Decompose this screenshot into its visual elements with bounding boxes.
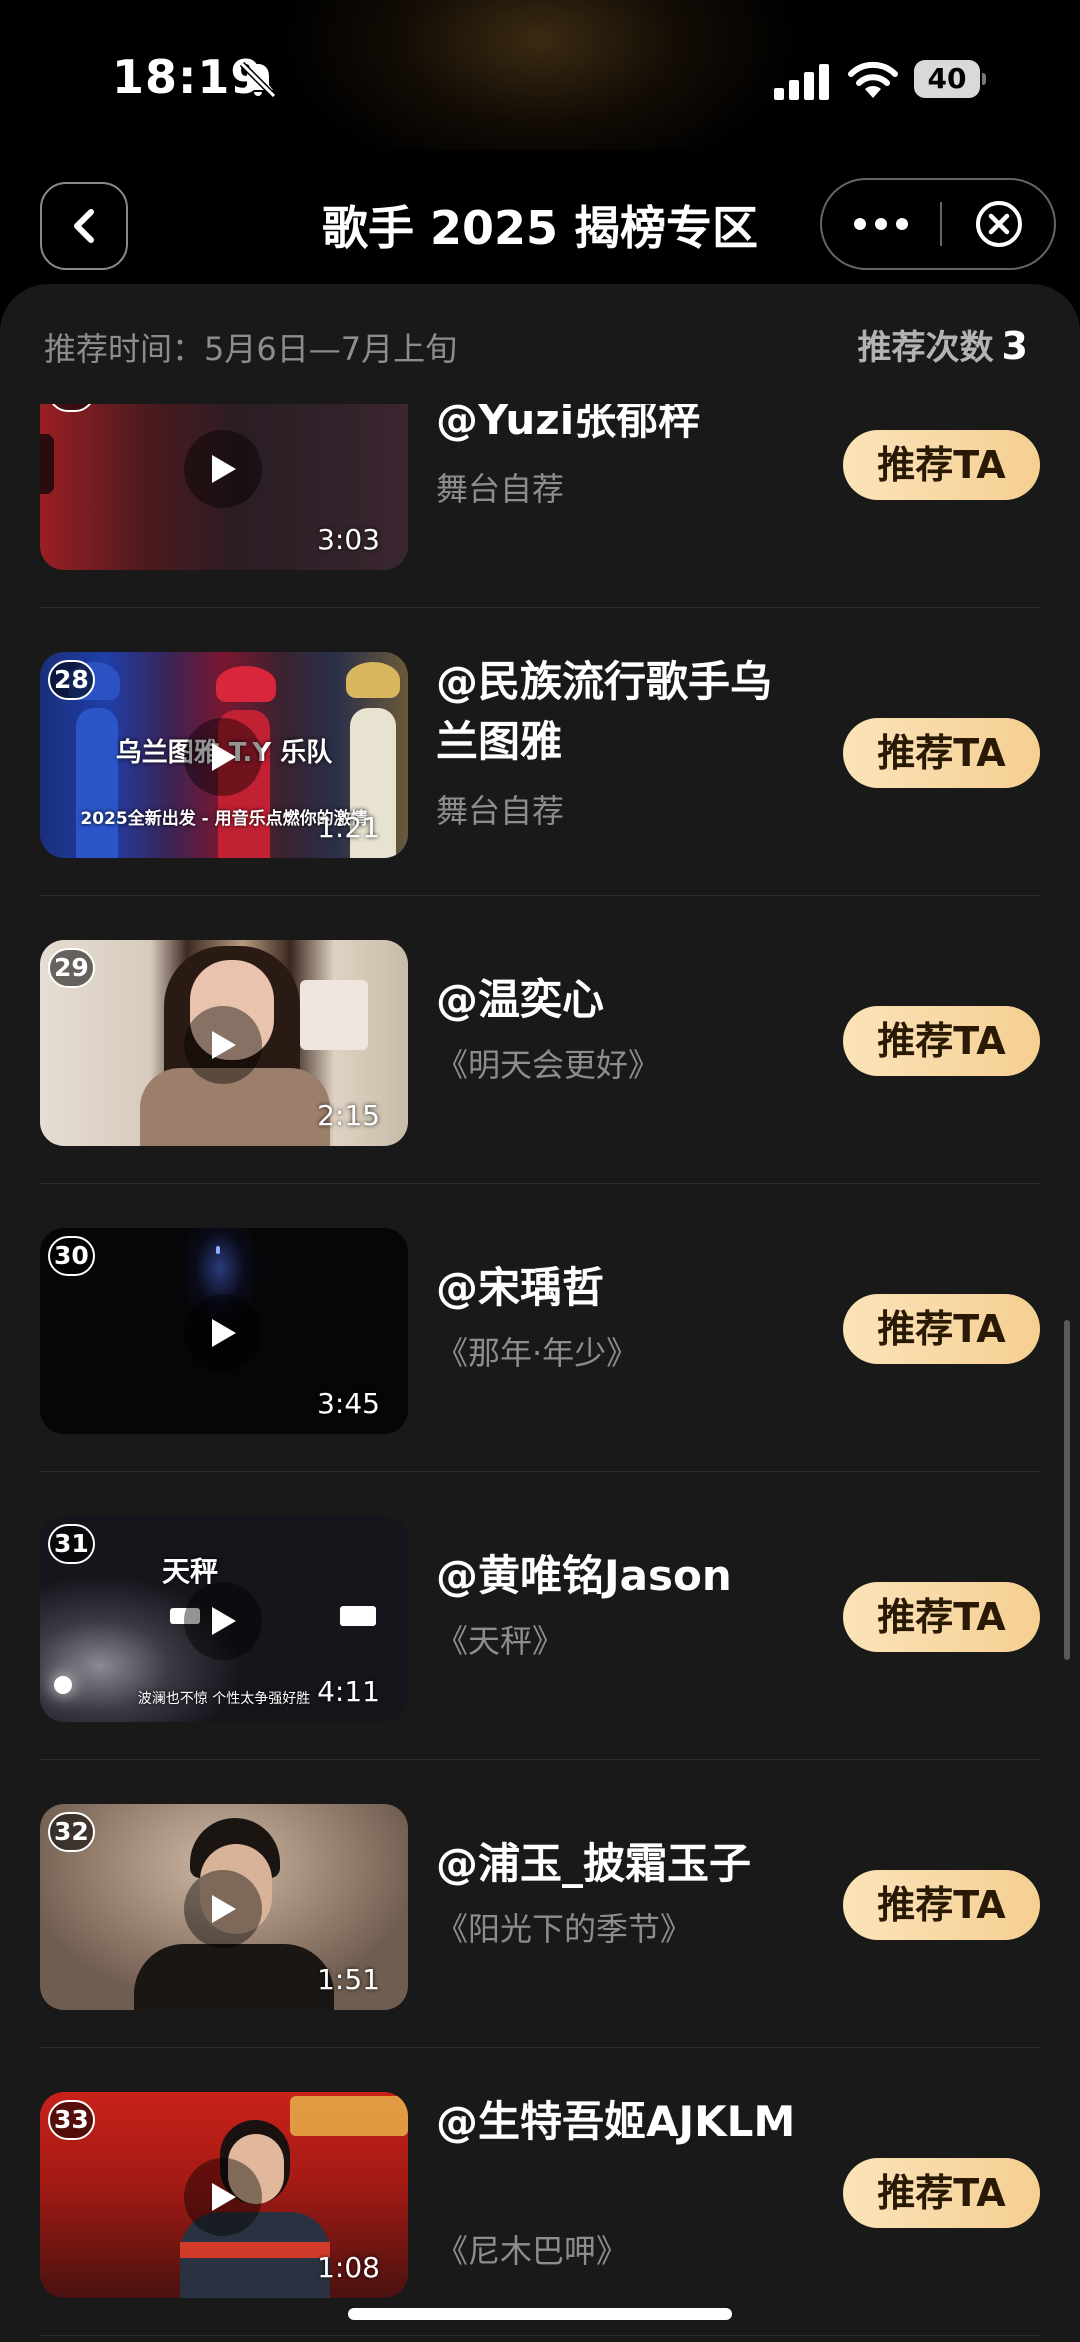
candidate-name: @温奕心 xyxy=(436,975,605,1024)
rank-badge: 31 xyxy=(48,1524,95,1564)
candidate-song: 《天秤》 xyxy=(436,1622,565,1660)
list-item: 27 3:03 @Yuzi张郁梓 舞台自荐 推荐TA xyxy=(0,404,1080,608)
status-bar: 18:19 40 xyxy=(0,0,1080,150)
candidate-song: 《阳光下的季节》 xyxy=(436,1910,693,1948)
rank-badge: 32 xyxy=(48,1812,95,1852)
candidate-song: 舞台自荐 xyxy=(436,792,565,830)
candidate-name: @Yuzi张郁梓 xyxy=(436,404,701,444)
thumbnail-caption-title: 天秤 xyxy=(161,1555,218,1588)
recommend-count-label: 推荐次数 xyxy=(857,328,994,368)
recommend-count: 推荐次数 3 xyxy=(858,320,1028,369)
close-circle-icon xyxy=(976,201,1022,247)
rank-badge: 30 xyxy=(48,1236,95,1276)
nav-bar: 歌手 2025 揭榜专区 xyxy=(0,150,1080,300)
video-thumbnail[interactable]: 天秤 波澜也不惊 个性太争强好胜 31 4:11 xyxy=(40,1516,408,1722)
play-icon xyxy=(184,1870,262,1948)
home-indicator[interactable] xyxy=(348,2308,732,2320)
rank-badge: 33 xyxy=(48,2100,95,2140)
play-icon xyxy=(184,430,262,508)
candidate-name: @宋瑀哲 xyxy=(436,1263,605,1312)
list-item: 33 1:08 @生特吾姬AJKLM 《尼木巴呷》 推荐TA xyxy=(0,2048,1080,2336)
battery-icon: 40 xyxy=(914,60,986,98)
cellular-signal-icon xyxy=(774,64,829,100)
rank-badge: 28 xyxy=(48,660,95,700)
wifi-icon xyxy=(848,61,898,98)
recommend-button[interactable]: 推荐TA xyxy=(843,718,1040,788)
video-thumbnail[interactable]: 32 1:51 xyxy=(40,1804,408,2010)
candidate-song: 《那年·年少》 xyxy=(436,1334,639,1372)
video-duration: 1:51 xyxy=(317,1963,380,1996)
video-thumbnail[interactable]: 29 2:15 xyxy=(40,940,408,1146)
candidate-name: @浦玉_披霜玉子 xyxy=(436,1839,752,1888)
video-duration: 2:15 xyxy=(317,1099,380,1132)
video-thumbnail[interactable]: 30 3:45 xyxy=(40,1228,408,1434)
play-icon xyxy=(184,1294,262,1372)
info-row: 推荐时间：5月6日—7月上旬 推荐次数 3 xyxy=(0,284,1080,404)
recommend-button[interactable]: 推荐TA xyxy=(843,1006,1040,1076)
candidate-song: 舞台自荐 xyxy=(436,470,565,508)
list-item: 乌兰图雅 T.Y 乐队 2025全新出发 - 用音乐点燃你的激情 28 1:21… xyxy=(0,608,1080,896)
bell-off-icon xyxy=(239,61,277,99)
recommend-count-value: 3 xyxy=(1001,324,1028,368)
play-icon xyxy=(184,2158,262,2236)
candidate-name: @黄唯铭Jason xyxy=(436,1551,732,1600)
miniapp-capsule xyxy=(820,178,1056,270)
recommend-period: 推荐时间：5月6日—7月上旬 xyxy=(44,330,458,368)
battery-level: 40 xyxy=(927,62,967,95)
video-duration: 4:11 xyxy=(317,1675,380,1708)
candidate-name: @生特吾姬AJKLM xyxy=(436,2097,796,2146)
candidate-song: 《尼木巴呷》 xyxy=(436,2232,629,2270)
rank-badge: 29 xyxy=(48,948,95,988)
more-dots-icon xyxy=(854,218,908,230)
scrollbar[interactable] xyxy=(1064,1320,1070,1660)
page-title: 歌手 2025 揭榜专区 xyxy=(321,201,759,255)
candidate-list[interactable]: 27 3:03 @Yuzi张郁梓 舞台自荐 推荐TA 乌兰图雅 T.Y 乐队 xyxy=(0,404,1080,2342)
list-item: 30 3:45 @宋瑀哲 《那年·年少》 推荐TA xyxy=(0,1184,1080,1472)
recommend-button[interactable]: 推荐TA xyxy=(843,2158,1040,2228)
video-thumbnail[interactable]: 27 3:03 xyxy=(40,404,408,570)
recommend-button[interactable]: 推荐TA xyxy=(843,1294,1040,1364)
recommend-button[interactable]: 推荐TA xyxy=(843,430,1040,500)
back-button[interactable] xyxy=(40,182,128,270)
close-button[interactable] xyxy=(942,180,1056,268)
divider xyxy=(40,2335,1040,2336)
video-duration: 1:08 xyxy=(317,2251,380,2284)
video-thumbnail[interactable]: 33 1:08 xyxy=(40,2092,408,2298)
video-duration: 3:45 xyxy=(317,1387,380,1420)
chevron-left-icon xyxy=(74,209,94,243)
candidate-name: @民族流行歌手乌兰图雅 xyxy=(436,657,773,766)
recommend-button[interactable]: 推荐TA xyxy=(843,1870,1040,1940)
list-item: 29 2:15 @温奕心 《明天会更好》 推荐TA xyxy=(0,896,1080,1184)
recommend-button[interactable]: 推荐TA xyxy=(843,1582,1040,1652)
play-icon xyxy=(184,1582,262,1660)
list-item: 天秤 波澜也不惊 个性太争强好胜 31 4:11 @黄唯铭Jason 《天秤》 … xyxy=(0,1472,1080,1760)
video-duration: 1:21 xyxy=(317,811,380,844)
video-thumbnail[interactable]: 乌兰图雅 T.Y 乐队 2025全新出发 - 用音乐点燃你的激情 28 1:21 xyxy=(40,652,408,858)
play-icon xyxy=(184,718,262,796)
ranking-panel: 推荐时间：5月6日—7月上旬 推荐次数3 27 3:03 @Yuzi张郁梓 舞台… xyxy=(0,284,1080,2342)
video-duration: 3:03 xyxy=(317,523,380,556)
more-button[interactable] xyxy=(822,180,940,268)
play-icon xyxy=(184,1006,262,1084)
rank-badge: 27 xyxy=(48,404,95,412)
candidate-song: 《明天会更好》 xyxy=(436,1046,661,1084)
list-item: 32 1:51 @浦玉_披霜玉子 《阳光下的季节》 推荐TA xyxy=(0,1760,1080,2048)
